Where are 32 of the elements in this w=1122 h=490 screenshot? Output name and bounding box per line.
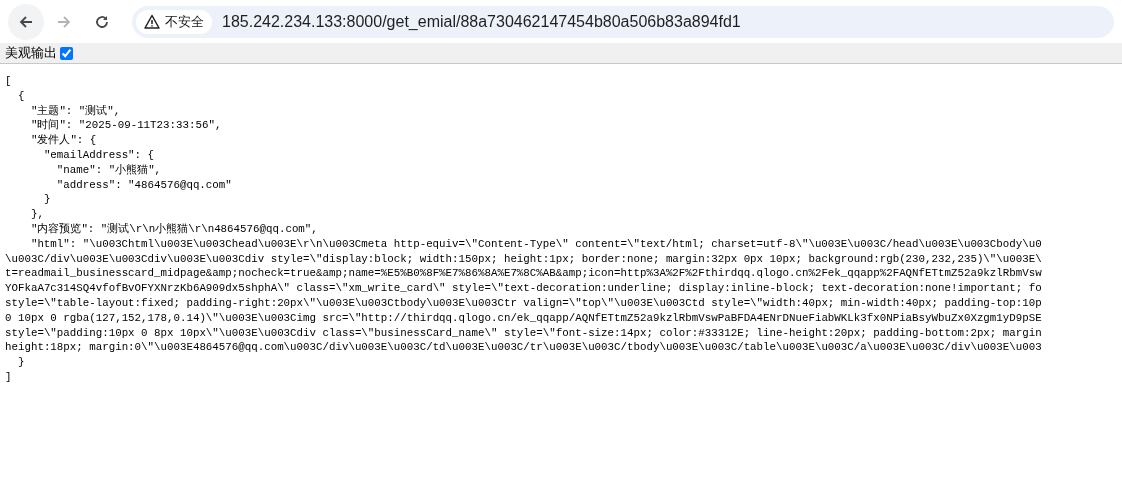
code-line: "address": "4864576@qq.com" bbox=[55, 177, 232, 193]
code-line: "html": "\u003Chtml\u003E\u003Chead\u003E\r\n\u003Cmeta http-equiv=\"Content-Type\" content=\"text/html; charset=utf-8\"\u003E\u003C/head\u003E\u003Cbody\u0 bbox=[29, 236, 1042, 252]
code-line: "主题": "测试", bbox=[29, 103, 121, 119]
code-line: t=readmail_businesscard_midpage&amp;nocheck=true&amp;name=%E5%B0%8F%E7%86%8A%E7%8C%AB&amp;icon=http%3A%2F%2Fthirdqq.qlogo.cn%2Fek_qqapp%2FAQNfETtmZ52a9kzlRbmVsw bbox=[5, 266, 1042, 282]
code-line: ] bbox=[5, 369, 12, 385]
code-line: YOFkaA7c314SQ4vfofBvOFYXNrzKb6A909dx5shphA\" class=\"xm_write_card\" style=\"text-decoration:underline; display:inline-block; text-decoration:none!important; fo bbox=[5, 281, 1042, 296]
code-line: "发件人": { bbox=[29, 133, 97, 148]
security-label: 不安全 bbox=[165, 12, 204, 31]
code-line: "emailAddress": { bbox=[42, 148, 155, 163]
code-line: } bbox=[16, 355, 25, 370]
code-line: "时间": "2025-09-11T23:33:56", bbox=[29, 118, 222, 134]
code-line: "内容预览": "测试\r\n小熊猫\r\n4864576@qq.com", bbox=[29, 221, 318, 237]
code-line: style=\"table-layout:fixed; padding-right:20px\"\u003E\u003Ctbody\u003E\u003Ctr valign=\"top\"\u003E\u003Ctd style=\"width:40px; min-width:40px; padding-top:10p bbox=[5, 295, 1042, 311]
pretty-print-checkbox[interactable] bbox=[60, 46, 73, 60]
code-line: "name": "小熊猫", bbox=[55, 162, 162, 178]
arrow-icon bbox=[56, 13, 72, 30]
address-bar[interactable]: 不安全 185.242.234.133:8000/get_emial/88a730462147454b80a506b83a894fd1 bbox=[132, 5, 1114, 38]
code-line: }, bbox=[29, 207, 44, 222]
code-line: height:18px; margin:0\"\u003E4864576@qq.com\u003C/div\u003E\u003C/td\u003E\u003C/tr\u003E\u003C/tbody\u003E\u003C/table\u003E\u003C/a\u003E\u003C/div\u003E\u003 bbox=[5, 340, 1042, 356]
back-button[interactable] bbox=[8, 3, 44, 40]
pretty-print-label: 美观输出 bbox=[5, 44, 57, 62]
code-line: } bbox=[42, 192, 51, 208]
security-chip[interactable]: 不安全 bbox=[136, 9, 212, 34]
warning-icon bbox=[144, 14, 160, 29]
reload-icon bbox=[94, 13, 110, 30]
code-line: 0 10px 0 rgba(127,152,178,0.14)\"\u003E\u003Cimg src=\"http://thirdqq.qlogo.cn/ek_qqapp/AQNfETtmZ52a9kzlRbmVswPaBFDA4ENrDNueFiabWKLk3fx0NPiaBsyWbuZx0Xzgm1yD9pSE bbox=[5, 310, 1042, 326]
code-line: style=\"padding:10px 0 8px 10px\"\u003E\u003Cdiv class=\"businessCard_name\" style=\"font-size:14px; color:#33312E; line-height:20px; padding-bottom:2px; margin bbox=[5, 325, 1042, 341]
code-line: \u003C/div\u003E\u003Cdiv\u003E\u003Cdiv style=\"display:block; width:150px; height:1px; border:none; margin:32px 0px 10px; background:rgb(230,232,235)\"\u003E\ bbox=[5, 251, 1042, 267]
url-text: 185.242.234.133:8000/get_emial/88a730462147454b80a506b83a894fd1 bbox=[222, 12, 741, 31]
code-line: { bbox=[16, 88, 25, 104]
arrow-icon bbox=[18, 13, 34, 30]
code-line: [ bbox=[5, 74, 12, 89]
